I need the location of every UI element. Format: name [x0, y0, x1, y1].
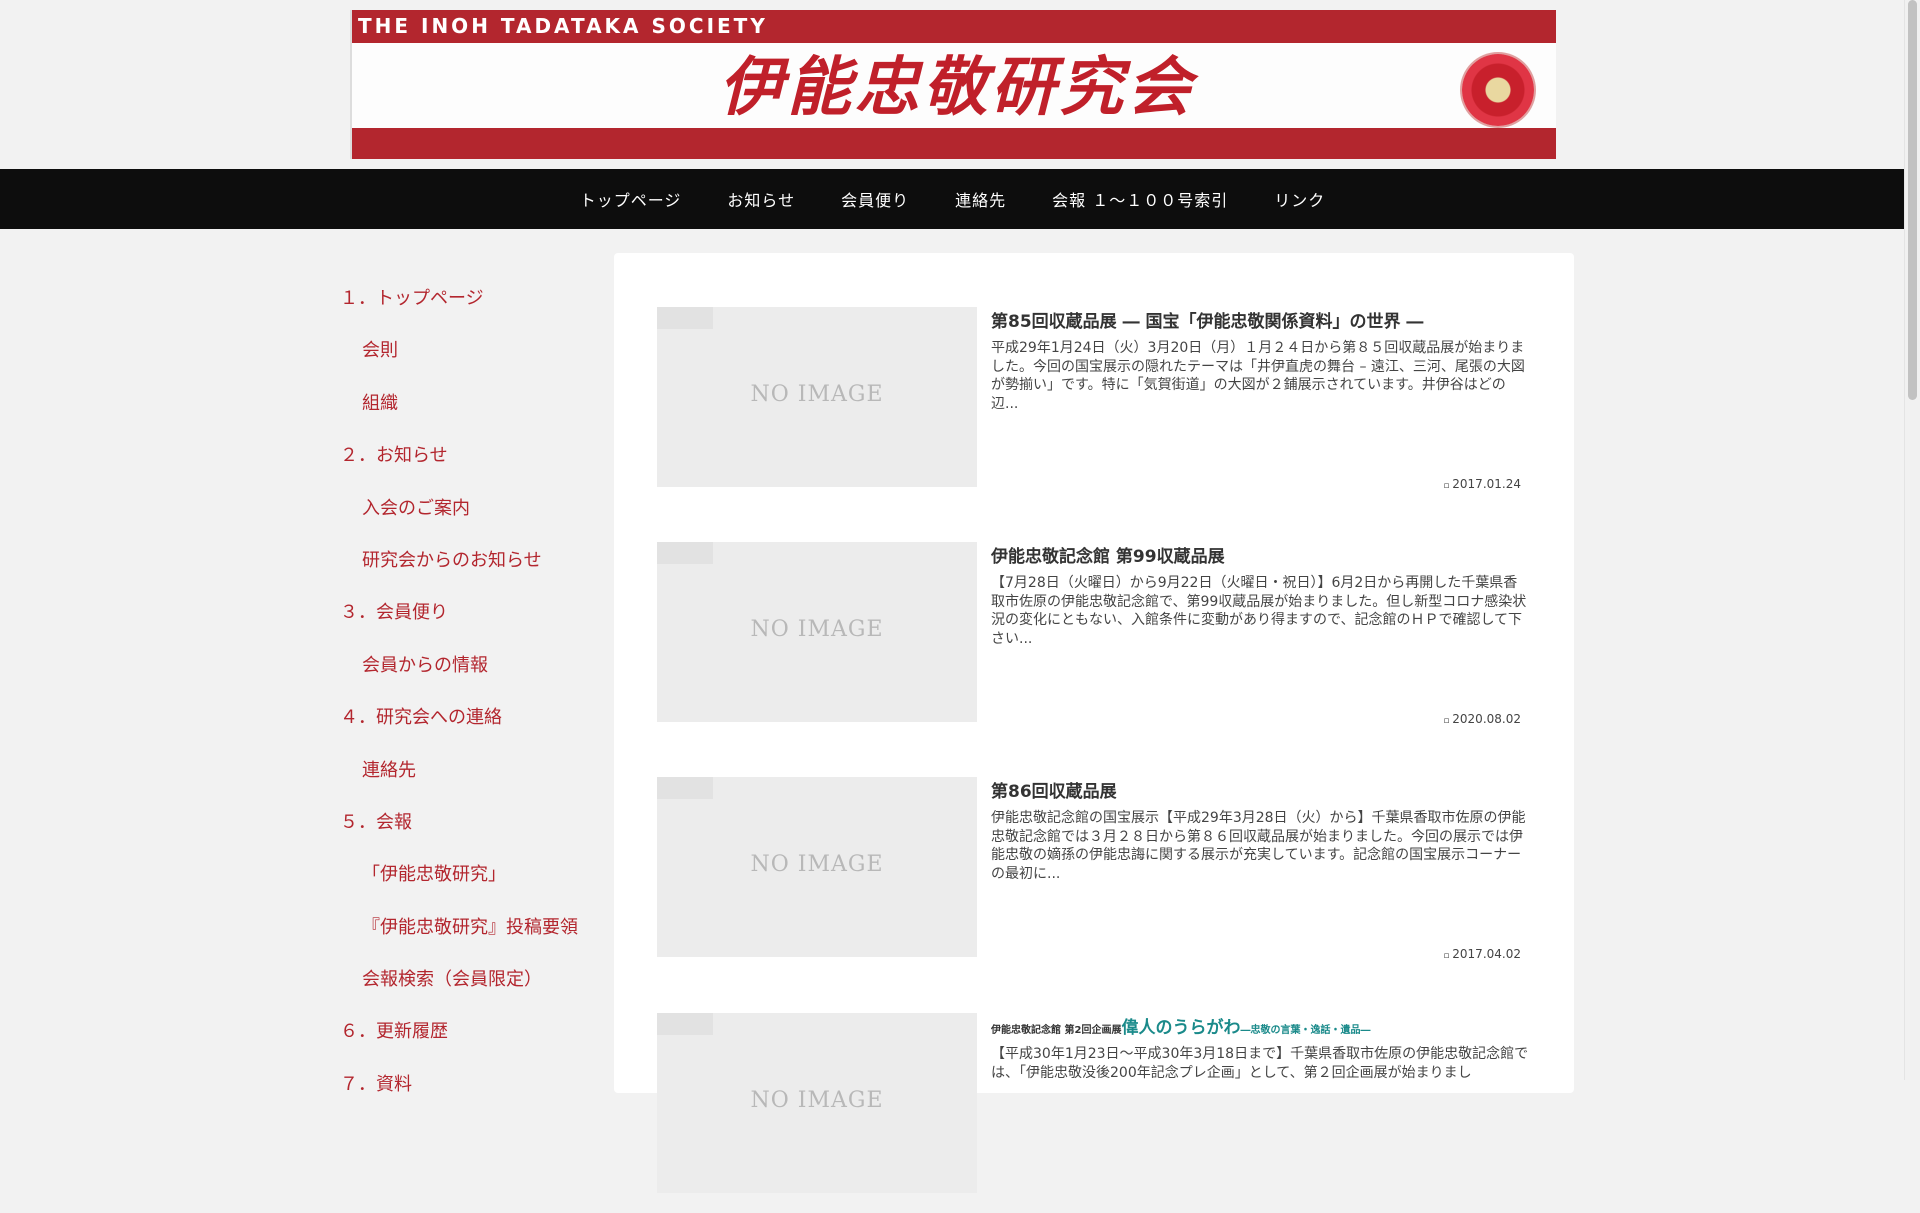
sidebar-item-organization[interactable]: 組織: [340, 375, 610, 427]
post-thumbnail[interactable]: NO IMAGE: [657, 777, 977, 957]
sidebar-item-bulletin-search[interactable]: 会報検索（会員限定）: [340, 951, 610, 1003]
sidebar-item-member-letters[interactable]: ３．会員便り: [340, 584, 610, 636]
nav-contact[interactable]: 連絡先: [932, 187, 1029, 211]
post-snippet: 【平成30年1月23日～平成30年3月18日まで】千葉県香取市佐原の伊能忠敬記念…: [991, 1046, 1529, 1081]
sidebar-item-rules[interactable]: 会則: [340, 322, 610, 374]
sidebar-item-news[interactable]: ２．お知らせ: [340, 427, 610, 479]
no-image-placeholder: NO IMAGE: [750, 852, 884, 877]
society-name: THE INOH TADATAKA SOCIETY: [358, 14, 768, 38]
sidebar-item-materials[interactable]: ７．資料: [340, 1056, 610, 1108]
post-thumbnail[interactable]: NO IMAGE: [657, 542, 977, 722]
page-scrollbar[interactable]: [1904, 0, 1920, 1080]
nav-news[interactable]: お知らせ: [704, 187, 818, 211]
post-title[interactable]: 伊能忠敬記念館 第2回企画展偉人のうらがわ―忠敬の言葉・逸話・遺品―: [991, 1013, 1531, 1038]
nav-member-letters[interactable]: 会員便り: [818, 187, 932, 211]
sidebar-item-update-history[interactable]: ６．更新履歴: [340, 1003, 610, 1055]
sidebar-item-inoh-research[interactable]: 「伊能忠敬研究」: [340, 846, 610, 898]
sidebar-item-top-page[interactable]: １．トップページ: [340, 270, 610, 322]
category-label: [657, 777, 713, 799]
post-date: 2017.01.24: [1443, 477, 1521, 491]
banner-bottom-band: [352, 128, 1556, 159]
nav-links[interactable]: リンク: [1251, 187, 1348, 211]
scrollbar-thumb[interactable]: [1908, 0, 1917, 400]
site-header-banner[interactable]: THE INOH TADATAKA SOCIETY 伊能忠敬研究会: [350, 10, 1556, 159]
post-thumbnail[interactable]: NO IMAGE: [657, 1013, 977, 1193]
post-snippet: 伊能忠敬記念館の国宝展示【平成29年3月28日（火）から】千葉県香取市佐原の伊能…: [991, 810, 1526, 882]
post-card[interactable]: NO IMAGE 伊能忠敬記念館 第99収蔵品展 【7月28日（火曜日）から9月…: [657, 542, 1537, 742]
post-date: 2017.04.02: [1443, 947, 1521, 961]
post-card[interactable]: NO IMAGE 第86回収蔵品展 伊能忠敬記念館の国宝展示【平成29年3月28…: [657, 777, 1537, 977]
category-label: [657, 542, 713, 564]
post-thumbnail[interactable]: NO IMAGE: [657, 307, 977, 487]
post-title[interactable]: 第85回収蔵品展 ― 国宝「伊能忠敬関係資料」の世界 ―: [991, 307, 1531, 332]
main-navigation: トップページ お知らせ 会員便り 連絡先 会報 １～１００号索引 リンク: [0, 169, 1905, 229]
post-list: NO IMAGE 第85回収蔵品展 ― 国宝「伊能忠敬関係資料」の世界 ― 平成…: [614, 253, 1574, 1193]
nav-bulletin-index[interactable]: 会報 １～１００号索引: [1029, 187, 1251, 211]
sidebar-item-member-info[interactable]: 会員からの情報: [340, 637, 610, 689]
post-card[interactable]: NO IMAGE 伊能忠敬記念館 第2回企画展偉人のうらがわ―忠敬の言葉・逸話・…: [657, 1013, 1537, 1213]
sidebar-item-submission-guide[interactable]: 『伊能忠敬研究』投稿要領: [340, 899, 610, 951]
sidebar-menu: １．トップページ 会則 組織 ２．お知らせ 入会のご案内 研究会からのお知らせ …: [340, 270, 610, 1108]
post-title-prefix: 伊能忠敬記念館 第2回企画展: [991, 1025, 1122, 1036]
category-label: [657, 1013, 713, 1035]
emblem-seal-icon: [1462, 54, 1534, 126]
no-image-placeholder: NO IMAGE: [750, 382, 884, 407]
sidebar-item-society-news[interactable]: 研究会からのお知らせ: [340, 532, 610, 584]
post-card[interactable]: NO IMAGE 第85回収蔵品展 ― 国宝「伊能忠敬関係資料」の世界 ― 平成…: [657, 307, 1537, 507]
no-image-placeholder: NO IMAGE: [750, 1088, 884, 1113]
post-snippet: 平成29年1月24日（火）3月20日（月）１月２４日から第８５回収蔵品展が始まり…: [991, 340, 1525, 412]
nav-top-page[interactable]: トップページ: [557, 187, 705, 211]
post-title[interactable]: 伊能忠敬記念館 第99収蔵品展: [991, 542, 1531, 567]
post-snippet: 【7月28日（火曜日）から9月22日（火曜日・祝日）】6月2日から再開した千葉県…: [991, 575, 1527, 647]
sidebar-item-membership-guide[interactable]: 入会のご案内: [340, 480, 610, 532]
sidebar-item-contact-society[interactable]: ４．研究会への連絡: [340, 689, 610, 741]
post-date: 2020.08.02: [1443, 712, 1521, 726]
post-title-suffix: ―忠敬の言葉・逸話・遺品―: [1240, 1025, 1371, 1036]
no-image-placeholder: NO IMAGE: [750, 617, 884, 642]
post-title[interactable]: 第86回収蔵品展: [991, 777, 1531, 802]
category-label: [657, 307, 713, 329]
site-logo-title[interactable]: 伊能忠敬研究会: [662, 48, 1252, 128]
post-title-main: 偉人のうらがわ: [1121, 1018, 1241, 1038]
sidebar-item-bulletin[interactable]: ５．会報: [340, 794, 610, 846]
sidebar-item-contact[interactable]: 連絡先: [340, 742, 610, 794]
